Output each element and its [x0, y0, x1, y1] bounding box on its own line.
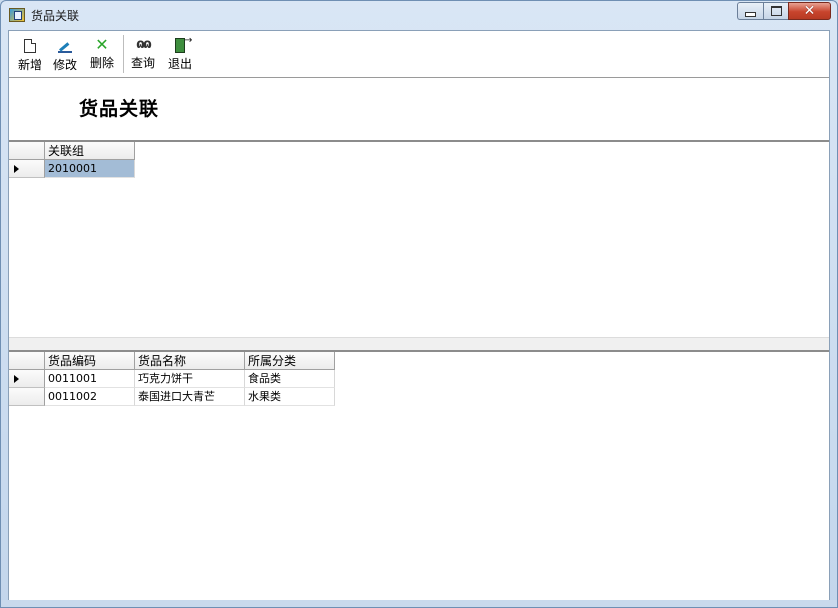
goods-grid[interactable]: 货品编码 货品名称 所属分类 0011001 巧克力饼干 食品类 0011002… [9, 350, 829, 600]
group-grid[interactable]: 关联组 2010001 [9, 140, 829, 338]
edit-button-label: 修改 [52, 58, 77, 72]
splitter[interactable] [9, 337, 829, 350]
goods-name-cell[interactable]: 巧克力饼干 [135, 370, 245, 388]
row-indicator[interactable] [9, 388, 45, 406]
main-window: 货品关联 ✕ 新增 修改 ✕ 删除 ɷɷ 查询 → 退出 货品关联 关联组 20… [0, 0, 838, 608]
query-button-label: 查询 [130, 56, 155, 70]
delete-icon: ✕ [95, 35, 109, 54]
edit-icon [58, 39, 72, 53]
heading-panel: 货品关联 [9, 78, 829, 140]
delete-button-label: 删除 [89, 56, 114, 70]
row-indicator[interactable] [9, 160, 45, 178]
group-grid-header: 关联组 [9, 142, 135, 160]
goods-code-cell[interactable]: 0011002 [45, 388, 135, 406]
table-row[interactable]: 2010001 [9, 160, 135, 178]
caption-buttons: ✕ [737, 2, 831, 21]
query-button[interactable]: ɷɷ 查询 [127, 37, 159, 75]
row-indicator-header [9, 352, 45, 370]
edit-button[interactable]: 修改 [49, 37, 81, 75]
goods-name-cell[interactable]: 泰国进口大青芒 [135, 388, 245, 406]
close-button[interactable]: ✕ [788, 2, 831, 20]
delete-button[interactable]: ✕ 删除 [86, 37, 118, 75]
exit-door-icon [175, 35, 192, 53]
maximize-icon [770, 6, 782, 16]
binoculars-icon: ɷɷ [136, 37, 152, 52]
column-header-group[interactable]: 关联组 [45, 142, 135, 160]
new-document-icon [24, 39, 36, 53]
close-icon: ✕ [803, 3, 816, 19]
current-row-arrow-icon [14, 165, 19, 173]
new-button-label: 新增 [17, 58, 42, 72]
exit-button-label: 退出 [167, 57, 192, 71]
column-header-name[interactable]: 货品名称 [135, 352, 245, 370]
table-row[interactable]: 0011002 泰国进口大青芒 水果类 [9, 388, 335, 406]
window-title: 货品关联 [31, 9, 80, 23]
minimize-button[interactable] [737, 2, 763, 20]
column-header-code[interactable]: 货品编码 [45, 352, 135, 370]
maximize-button[interactable] [763, 2, 788, 20]
toolbar-separator [123, 35, 124, 73]
column-header-category[interactable]: 所属分类 [245, 352, 335, 370]
goods-code-cell[interactable]: 0011001 [45, 370, 135, 388]
client-area: 新增 修改 ✕ 删除 ɷɷ 查询 退出 货品关联 [8, 30, 830, 600]
page-title: 货品关联 [79, 98, 160, 120]
row-indicator[interactable] [9, 370, 45, 388]
minimize-icon [745, 11, 756, 17]
app-icon [9, 8, 25, 22]
goods-category-cell[interactable]: 水果类 [245, 388, 335, 406]
window-bottom-frame [1, 600, 837, 607]
goods-category-cell[interactable]: 食品类 [245, 370, 335, 388]
toolbar: 新增 修改 ✕ 删除 ɷɷ 查询 退出 [9, 31, 829, 78]
row-indicator-header [9, 142, 45, 160]
new-button[interactable]: 新增 [14, 37, 46, 75]
goods-grid-header: 货品编码 货品名称 所属分类 [9, 352, 335, 370]
table-row[interactable]: 0011001 巧克力饼干 食品类 [9, 370, 335, 388]
title-bar[interactable]: 货品关联 ✕ [1, 1, 837, 30]
exit-button[interactable]: 退出 [164, 35, 196, 75]
group-cell[interactable]: 2010001 [45, 160, 135, 178]
current-row-arrow-icon [14, 375, 19, 383]
